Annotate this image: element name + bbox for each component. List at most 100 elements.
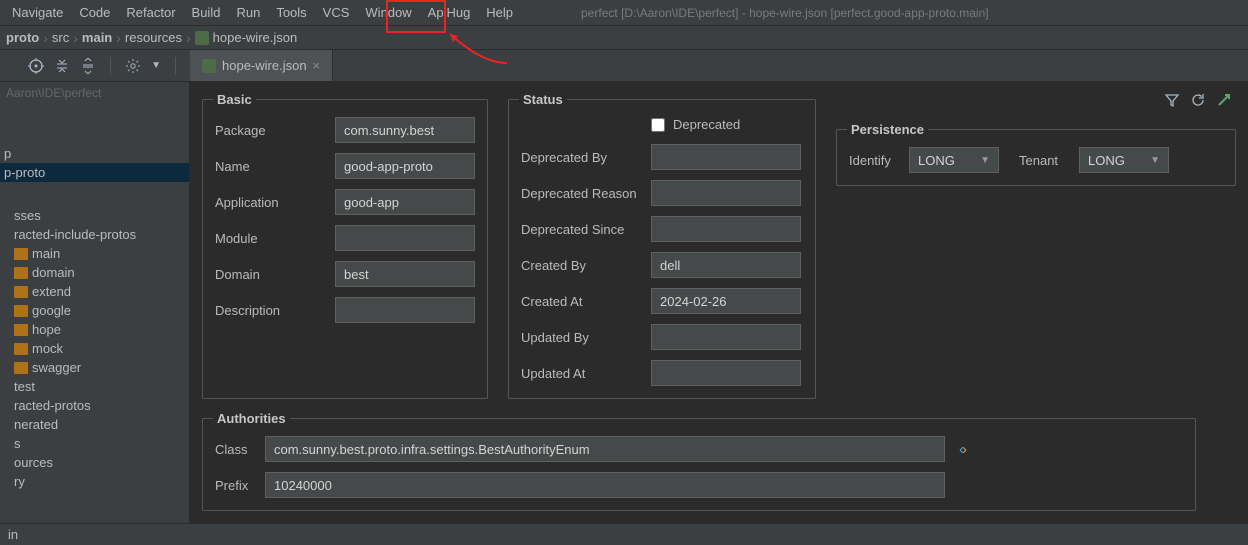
tree-node[interactable]: p-proto bbox=[0, 163, 189, 182]
folder-icon bbox=[14, 286, 28, 298]
updated-by-input[interactable] bbox=[651, 324, 801, 350]
menu-vcs[interactable]: VCS bbox=[315, 3, 358, 22]
breadcrumb-item[interactable]: proto bbox=[6, 30, 39, 45]
tree-node[interactable]: extend bbox=[0, 282, 189, 301]
prefix-input[interactable] bbox=[265, 472, 945, 498]
file-icon bbox=[195, 31, 209, 45]
tree-node[interactable]: test bbox=[0, 377, 189, 396]
folder-icon bbox=[14, 267, 28, 279]
tab-hope-wire[interactable]: hope-wire.json × bbox=[190, 50, 333, 81]
dropdown-arrow-icon[interactable]: ▼ bbox=[151, 60, 161, 71]
tree-node[interactable]: ources bbox=[0, 453, 189, 472]
code-icon[interactable]: ‹› bbox=[959, 441, 965, 458]
tree-node[interactable]: hope bbox=[0, 320, 189, 339]
class-label: Class bbox=[215, 442, 265, 457]
collapse-all-icon[interactable] bbox=[80, 58, 96, 74]
sidebar-path: Aaron\IDE\perfect bbox=[0, 82, 189, 104]
menu-apihug[interactable]: ApiHug bbox=[420, 3, 479, 22]
tree-node[interactable]: racted-protos bbox=[0, 396, 189, 415]
tree-node[interactable]: main bbox=[0, 244, 189, 263]
module-label: Module bbox=[215, 231, 335, 246]
deprecated-since-input[interactable] bbox=[651, 216, 801, 242]
created-by-label: Created By bbox=[521, 258, 651, 273]
tree-node[interactable]: google bbox=[0, 301, 189, 320]
menu-navigate[interactable]: Navigate bbox=[4, 3, 71, 22]
tree-node[interactable]: ry bbox=[0, 472, 189, 491]
refresh-icon[interactable] bbox=[1190, 92, 1206, 108]
tree-node[interactable]: mock bbox=[0, 339, 189, 358]
deprecated-checkbox[interactable] bbox=[651, 118, 665, 132]
breadcrumb-item[interactable]: src bbox=[52, 30, 69, 45]
application-label: Application bbox=[215, 195, 335, 210]
deprecated-by-input[interactable] bbox=[651, 144, 801, 170]
folder-icon bbox=[14, 248, 28, 260]
updated-by-label: Updated By bbox=[521, 330, 651, 345]
deprecated-by-label: Deprecated By bbox=[521, 150, 651, 165]
identify-select[interactable]: LONG▼ bbox=[909, 147, 999, 173]
tenant-label: Tenant bbox=[1019, 153, 1079, 168]
created-by-input[interactable] bbox=[651, 252, 801, 278]
updated-at-input[interactable] bbox=[651, 360, 801, 386]
authorities-section: Authorities Class ‹› Prefix bbox=[202, 411, 1196, 511]
status-section: Status Deprecated Deprecated By Deprecat… bbox=[508, 92, 816, 399]
chevron-down-icon: ▼ bbox=[1150, 155, 1160, 166]
menu-tools[interactable]: Tools bbox=[268, 3, 314, 22]
domain-input[interactable] bbox=[335, 261, 475, 287]
menu-refactor[interactable]: Refactor bbox=[118, 3, 183, 22]
description-label: Description bbox=[215, 303, 335, 318]
editor-panel: Basic Package Name Application Module Do… bbox=[190, 82, 1248, 545]
created-at-input[interactable] bbox=[651, 288, 801, 314]
created-at-label: Created At bbox=[521, 294, 651, 309]
folder-icon bbox=[14, 305, 28, 317]
folder-icon bbox=[14, 343, 28, 355]
gear-icon[interactable] bbox=[125, 58, 141, 74]
section-legend: Persistence bbox=[847, 122, 928, 137]
window-title: perfect [D:\Aaron\IDE\perfect] - hope-wi… bbox=[581, 6, 989, 20]
tree-node[interactable]: nerated bbox=[0, 415, 189, 434]
application-input[interactable] bbox=[335, 189, 475, 215]
target-icon[interactable] bbox=[28, 58, 44, 74]
class-input[interactable] bbox=[265, 436, 945, 462]
breadcrumb-item[interactable]: main bbox=[82, 30, 112, 45]
menu-run[interactable]: Run bbox=[228, 3, 268, 22]
prefix-label: Prefix bbox=[215, 478, 265, 493]
deprecated-reason-input[interactable] bbox=[651, 180, 801, 206]
expand-all-icon[interactable] bbox=[54, 58, 70, 74]
tree-node[interactable]: domain bbox=[0, 263, 189, 282]
name-input[interactable] bbox=[335, 153, 475, 179]
toolbar-row: ▼ hope-wire.json × bbox=[0, 50, 1248, 82]
tenant-select[interactable]: LONG▼ bbox=[1079, 147, 1169, 173]
tree-node[interactable]: swagger bbox=[0, 358, 189, 377]
filter-icon[interactable] bbox=[1164, 92, 1180, 108]
section-legend: Status bbox=[519, 92, 567, 107]
build-icon[interactable] bbox=[1216, 92, 1232, 108]
persistence-section: Persistence Identify LONG▼ Tenant LONG▼ bbox=[836, 122, 1236, 186]
identify-label: Identify bbox=[849, 153, 909, 168]
tree-node[interactable]: p bbox=[0, 144, 189, 163]
name-label: Name bbox=[215, 159, 335, 174]
domain-label: Domain bbox=[215, 267, 335, 282]
menu-help[interactable]: Help bbox=[478, 3, 521, 22]
breadcrumb-item[interactable]: resources bbox=[125, 30, 182, 45]
section-legend: Authorities bbox=[213, 411, 290, 426]
menu-window[interactable]: Window bbox=[357, 3, 419, 22]
module-input[interactable] bbox=[335, 225, 475, 251]
status-bar: in bbox=[0, 523, 1248, 545]
menu-build[interactable]: Build bbox=[184, 3, 229, 22]
folder-icon bbox=[14, 362, 28, 374]
tab-label: hope-wire.json bbox=[222, 58, 307, 73]
breadcrumb-item[interactable]: hope-wire.json bbox=[213, 30, 298, 45]
basic-section: Basic Package Name Application Module Do… bbox=[202, 92, 488, 399]
tree-node[interactable]: s bbox=[0, 434, 189, 453]
tree-node[interactable]: sses bbox=[0, 206, 189, 225]
tree-node[interactable]: racted-include-protos bbox=[0, 225, 189, 244]
package-input[interactable] bbox=[335, 117, 475, 143]
deprecated-label: Deprecated bbox=[673, 117, 740, 132]
description-input[interactable] bbox=[335, 297, 475, 323]
file-icon bbox=[202, 59, 216, 73]
close-icon[interactable]: × bbox=[313, 58, 321, 73]
menu-code[interactable]: Code bbox=[71, 3, 118, 22]
project-tree[interactable]: p p-proto sses racted-include-protos mai… bbox=[0, 104, 189, 495]
deprecated-reason-label: Deprecated Reason bbox=[521, 186, 651, 201]
folder-icon bbox=[14, 324, 28, 336]
